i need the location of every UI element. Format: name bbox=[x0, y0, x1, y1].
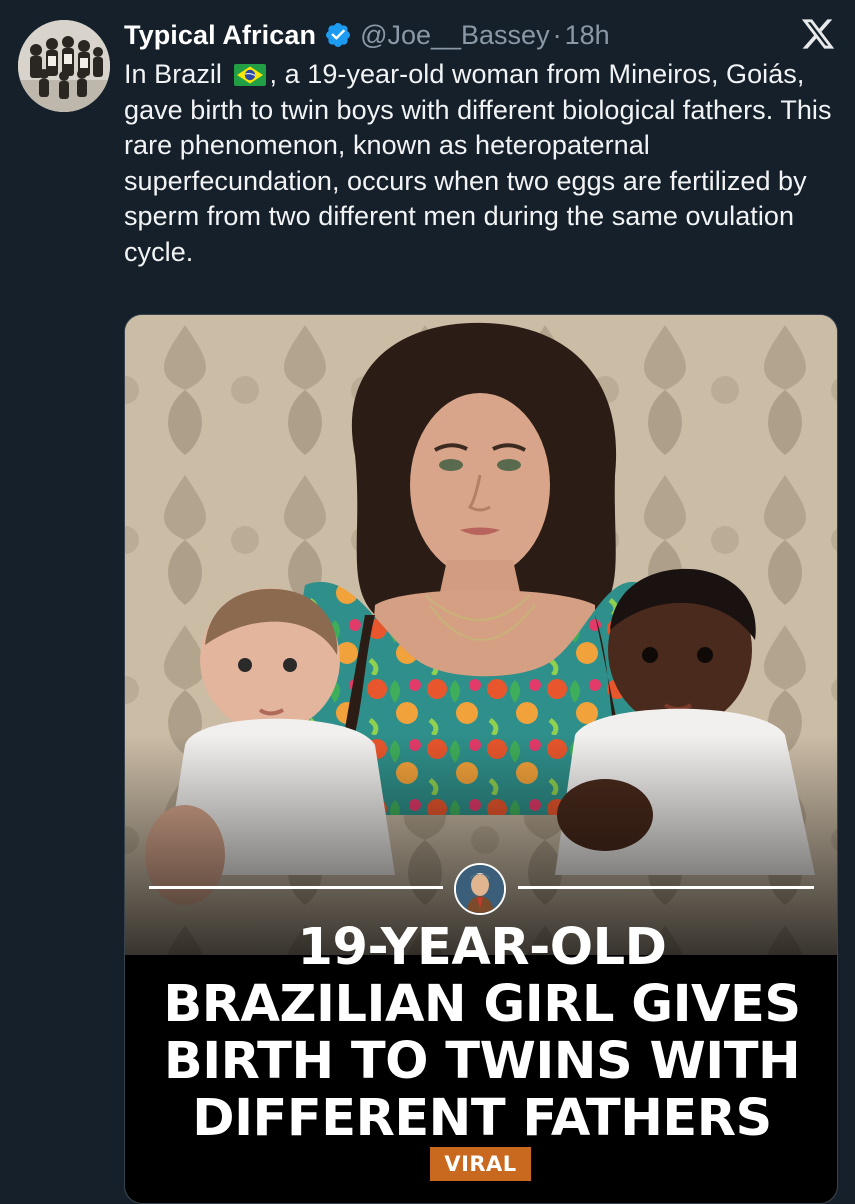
brazil-flag-icon bbox=[233, 64, 266, 86]
user-handle[interactable]: @Joe__Bassey bbox=[360, 20, 550, 51]
tweet-media-image[interactable]: 19-YEAR-OLD BRAZILIAN GIRL GIVES BIRTH T… bbox=[124, 314, 838, 1204]
display-name[interactable]: Typical African bbox=[124, 20, 316, 51]
tweet-header: Typical African @Joe__Bassey · 18h bbox=[124, 14, 610, 56]
post-time[interactable]: 18h bbox=[565, 20, 610, 51]
avatar-group-photo bbox=[18, 20, 110, 112]
headline-divider-right bbox=[518, 886, 814, 889]
avatar[interactable] bbox=[18, 20, 110, 112]
headline-divider-left bbox=[149, 886, 443, 889]
header-separator: · bbox=[552, 19, 562, 50]
media-headline: 19-YEAR-OLD BRAZILIAN GIRL GIVES BIRTH T… bbox=[125, 918, 837, 1148]
verified-badge-icon[interactable] bbox=[324, 21, 352, 49]
headline-line: 19-YEAR-OLD bbox=[297, 918, 667, 977]
tweet-text: In Brazil , a 19-year-old woman from Min… bbox=[124, 57, 839, 270]
tweet-text-body: , a 19-year-old woman from Mineiros, Goi… bbox=[124, 59, 832, 267]
viral-badge: VIRAL bbox=[430, 1147, 531, 1181]
tweet-text-intro: In Brazil bbox=[124, 59, 222, 89]
publisher-logo-icon bbox=[456, 865, 504, 913]
headline-line: DIFFERENT FATHERS bbox=[192, 1089, 772, 1148]
publisher-logo bbox=[454, 863, 506, 915]
headline-line: BRAZILIAN GIRL GIVES bbox=[163, 975, 801, 1034]
x-logo-icon[interactable] bbox=[800, 16, 836, 52]
headline-line: BIRTH TO TWINS WITH bbox=[163, 1032, 801, 1091]
